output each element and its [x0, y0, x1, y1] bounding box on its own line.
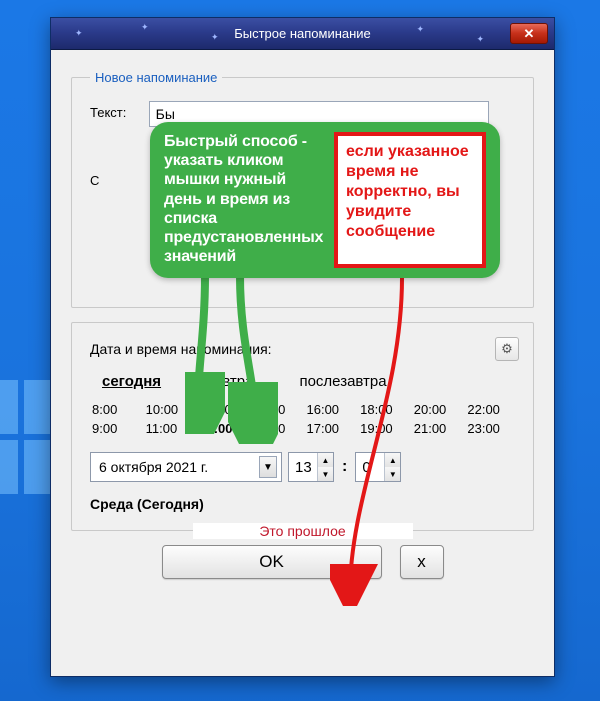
day-tab-day-after[interactable]: послезавтра	[299, 373, 386, 390]
datetime-group: Дата и время напоминания: ⚙ сегодня завт…	[71, 322, 534, 531]
window-title: Быстрое напоминание	[234, 26, 371, 41]
time-option[interactable]: 22:00	[467, 402, 513, 417]
day-tabs: сегодня завтра послезавтра	[102, 373, 505, 390]
error-message: Это прошлое	[193, 523, 413, 539]
date-value: 6 октября 2021 г.	[99, 459, 208, 475]
text-label: Текст:	[90, 101, 145, 120]
tutorial-text-red: если указанное время не корректно, вы ув…	[334, 132, 486, 268]
date-picker[interactable]: 6 октября 2021 г. ▼	[90, 452, 282, 482]
cancel-button-label: x	[417, 552, 426, 572]
sparkle-icon: ✦	[476, 34, 484, 45]
time-option[interactable]: 19:00	[360, 421, 406, 436]
dialog-buttons: Это прошлое OK x	[71, 545, 534, 579]
chevron-down-icon[interactable]: ▼	[259, 456, 277, 478]
sparkle-icon: ✦	[75, 28, 83, 39]
time-option[interactable]: 11:00	[146, 421, 192, 436]
time-option[interactable]: 20:00	[414, 402, 460, 417]
ok-button[interactable]: OK	[162, 545, 382, 579]
sparkle-icon: ✦	[211, 32, 219, 43]
tutorial-text-green: Быстрый способ - указать кликом мышки ну…	[164, 132, 324, 268]
minute-value: 0	[356, 459, 384, 476]
time-option[interactable]: 18:00	[360, 402, 406, 417]
dialog-window: ✦ ✦ ✦ ✦ ✦ Быстрое напоминание ✕ Новое на…	[50, 17, 555, 677]
hour-up-button[interactable]: ▲	[317, 453, 333, 467]
titlebar[interactable]: ✦ ✦ ✦ ✦ ✦ Быстрое напоминание ✕	[51, 18, 554, 50]
time-option[interactable]: 17:00	[307, 421, 353, 436]
day-tab-tomorrow[interactable]: завтра	[207, 373, 253, 390]
close-button[interactable]: ✕	[510, 23, 548, 44]
time-option[interactable]: 23:00	[467, 421, 513, 436]
ok-button-label: OK	[259, 552, 284, 572]
time-colon: :	[340, 458, 349, 476]
time-option[interactable]: 21:00	[414, 421, 460, 436]
sparkle-icon: ✦	[141, 22, 149, 33]
day-readout: Среда (Сегодня)	[90, 496, 515, 512]
sparkle-icon: ✦	[416, 24, 424, 35]
gear-icon: ⚙	[501, 341, 513, 357]
datetime-label: Дата и время напоминания:	[90, 341, 515, 357]
minute-down-button[interactable]: ▼	[384, 467, 400, 481]
time-grid: 8:00 10:00 12:00 14:00 16:00 18:00 20:00…	[92, 402, 513, 436]
time-option[interactable]: 8:00	[92, 402, 138, 417]
time-option[interactable]: 10:00	[146, 402, 192, 417]
order-label: С	[90, 169, 145, 188]
minute-spinner[interactable]: 0 ▲ ▼	[355, 452, 401, 482]
cancel-button[interactable]: x	[400, 545, 444, 579]
time-option[interactable]: 12:00	[199, 402, 245, 417]
time-option[interactable]: 9:00	[92, 421, 138, 436]
time-option[interactable]: 14:00	[253, 402, 299, 417]
tutorial-callout: Быстрый способ - указать кликом мышки ну…	[150, 122, 500, 278]
time-option[interactable]: 15:00	[253, 421, 299, 436]
group-legend: Новое напоминание	[90, 70, 222, 85]
settings-button[interactable]: ⚙	[495, 337, 519, 361]
minute-up-button[interactable]: ▲	[384, 453, 400, 467]
hour-value: 13	[289, 459, 317, 476]
close-icon: ✕	[524, 26, 535, 42]
time-option-selected[interactable]: 13:00	[199, 421, 245, 436]
hour-down-button[interactable]: ▼	[317, 467, 333, 481]
day-tab-today[interactable]: сегодня	[102, 373, 161, 390]
hour-spinner[interactable]: 13 ▲ ▼	[288, 452, 334, 482]
time-option[interactable]: 16:00	[307, 402, 353, 417]
